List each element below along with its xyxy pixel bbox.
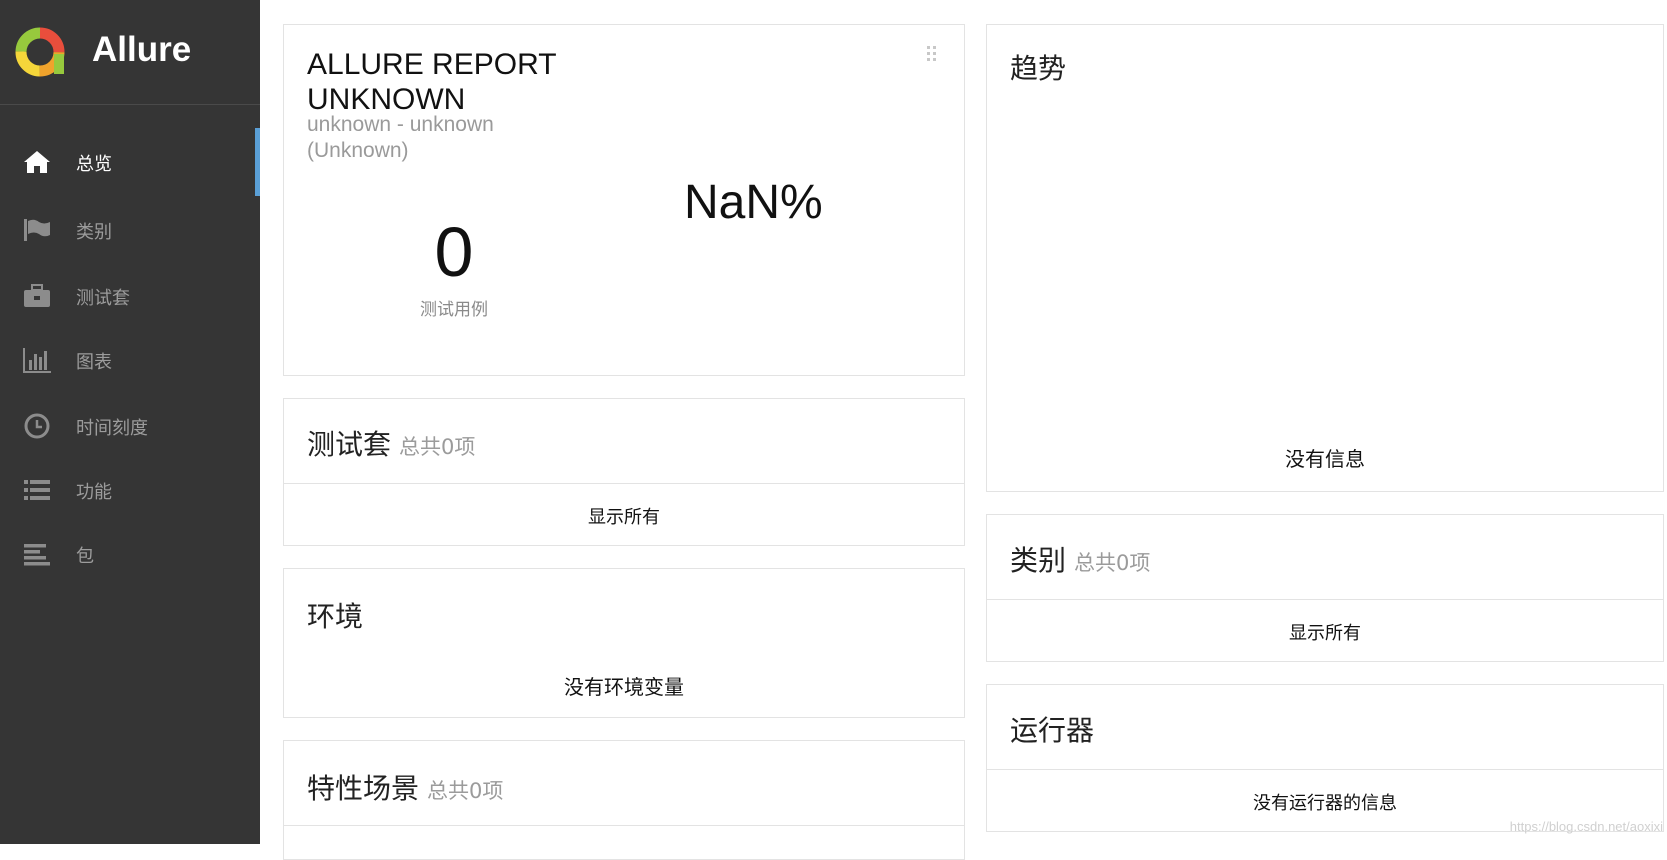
executors-empty-text: 没有运行器的信息 [1253,793,1397,814]
list-icon [24,480,50,500]
clock-icon [24,413,50,439]
home-icon [24,151,50,173]
suites-count: 总共0项 [399,435,476,459]
sidebar-item-behaviors[interactable]: 功能 [0,456,260,524]
trend-title: 趋势 [1010,52,1067,85]
environment-widget: 环境 没有环境变量 [283,568,965,718]
success-rate: NaN% [684,176,823,229]
divider [987,769,1663,770]
executors-widget: 运行器 没有运行器的信息 [986,684,1664,832]
divider [284,483,964,484]
briefcase-icon [24,284,50,307]
bar-chart-icon [23,348,51,373]
sidebar-item-graphs[interactable]: 图表 [0,326,260,394]
app-name: Allure [92,30,192,69]
report-summary-card: ALLURE REPORT UNKNOWN unknown - unknown … [283,24,965,376]
environment-empty-text: 没有环境变量 [564,675,684,699]
test-case-count-label: 测试用例 [420,300,488,320]
sidebar-item-label: 总览 [76,154,112,175]
sidebar-item-label: 类别 [76,222,112,243]
sidebar-item-suites[interactable]: 测试套 [0,262,260,330]
categories-title: 类别 总共0项 [1010,544,1151,577]
watermark: https://blog.csdn.net/aoxixi [1509,819,1663,834]
report-subtitle: unknown - unknown (Unknown) [307,113,494,162]
suites-show-all-link[interactable]: 显示所有 [284,503,964,529]
allure-logo-icon [15,27,65,77]
trend-widget: 趋势 没有信息 [986,24,1664,492]
divider [284,825,964,826]
report-title: ALLURE REPORT UNKNOWN [307,48,556,116]
brand[interactable]: Allure [0,0,260,105]
categories-widget: 类别 总共0项 显示所有 [986,514,1664,662]
align-left-icon [24,544,50,566]
sidebar-item-label: 功能 [76,482,112,503]
sidebar-item-label: 时间刻度 [76,418,148,439]
categories-show-all-link[interactable]: 显示所有 [987,619,1663,645]
features-count: 总共0项 [427,779,504,803]
suites-title: 测试套 总共0项 [307,428,476,461]
executors-title: 运行器 [1010,714,1095,747]
sidebar-item-label: 包 [76,546,94,567]
test-case-count: 0 [434,213,474,291]
sidebar-item-categories[interactable]: 类别 [0,196,260,264]
categories-count: 总共0项 [1074,551,1151,575]
sidebar-item-label: 图表 [76,352,112,373]
drag-handle-icon[interactable] [926,45,938,63]
suites-widget: 测试套 总共0项 显示所有 [283,398,965,546]
features-title: 特性场景 总共0项 [307,772,504,805]
sidebar-item-label: 测试套 [76,288,130,309]
sidebar: Allure 总览 类别 测试套 图表 时间刻度 功能 包 [0,0,260,844]
features-widget: 特性场景 总共0项 [283,740,965,860]
flag-icon [24,219,50,241]
trend-empty-text: 没有信息 [1285,447,1365,471]
sidebar-item-packages[interactable]: 包 [0,520,260,588]
sidebar-item-timeline[interactable]: 时间刻度 [0,392,260,460]
environment-title: 环境 [307,600,364,633]
sidebar-item-overview[interactable]: 总览 [0,128,260,196]
divider [987,599,1663,600]
